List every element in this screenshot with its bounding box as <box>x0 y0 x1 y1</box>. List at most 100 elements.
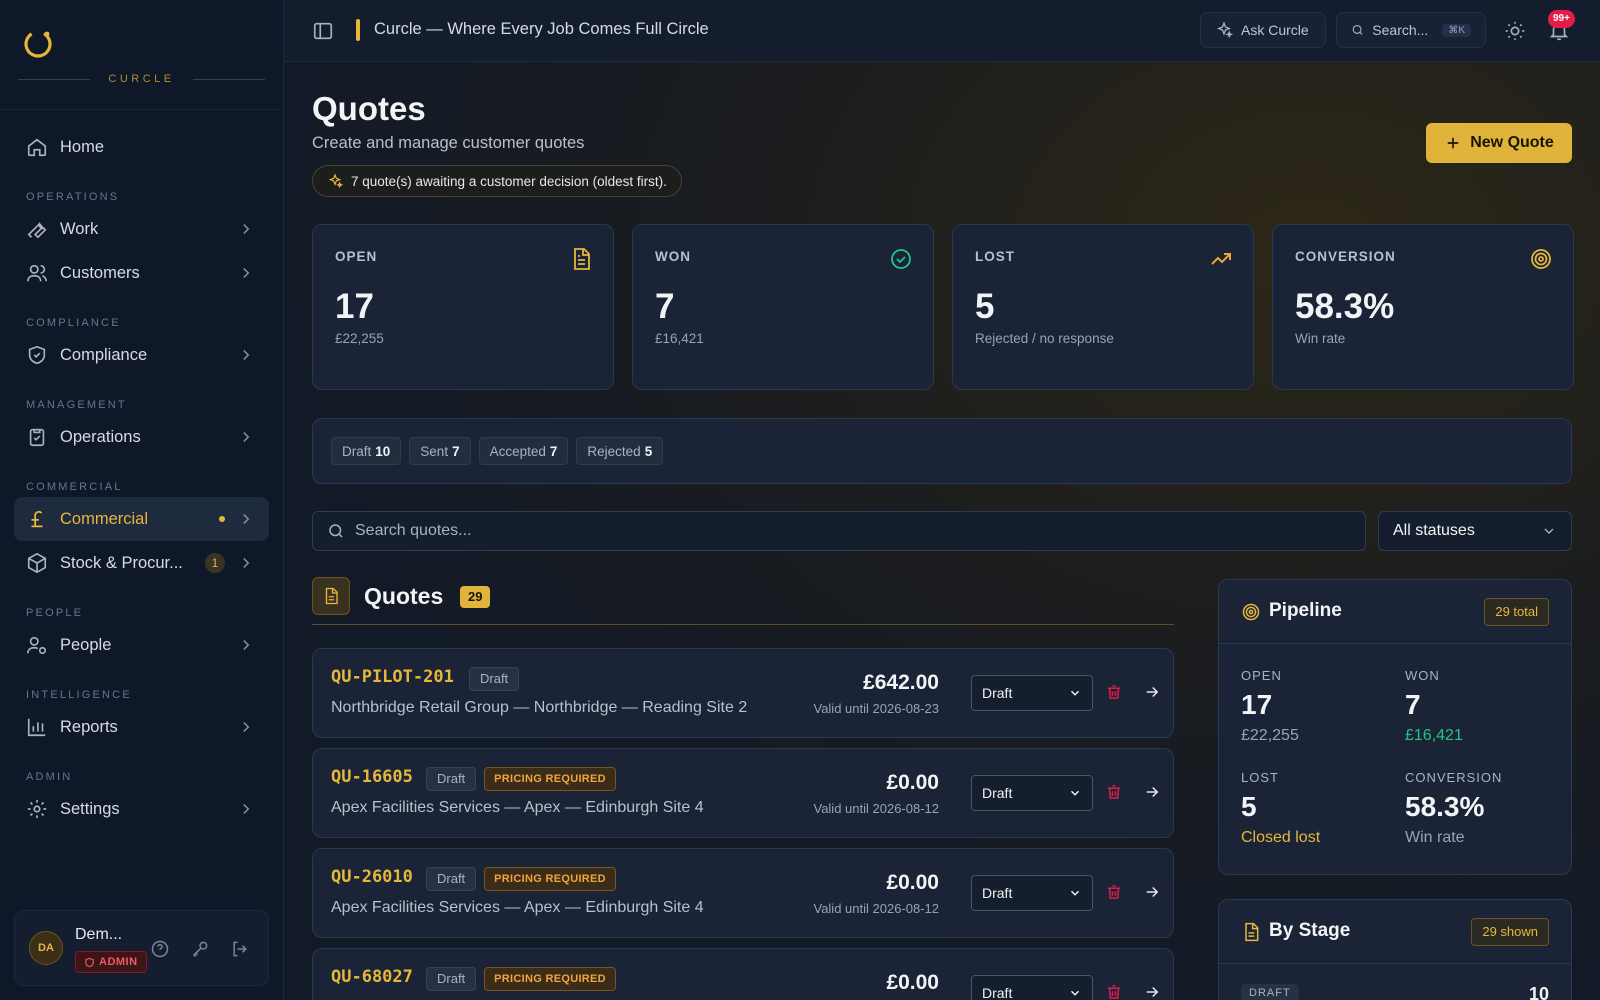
arrow-right-icon[interactable] <box>1143 683 1161 701</box>
target-icon <box>1242 603 1260 621</box>
nav-section-compliance: COMPLIANCE <box>26 317 121 329</box>
sidebar-item-reports[interactable]: Reports <box>14 705 269 749</box>
chip-label: Sent <box>420 443 449 459</box>
chip-label: Draft <box>342 443 372 459</box>
pipeline-sub: Win rate <box>1405 829 1465 846</box>
stat-card-won: WON 7 £16,421 <box>632 224 934 390</box>
quote-customer: Apex Facilities Services — Apex — Edinbu… <box>331 899 704 916</box>
active-indicator-dot <box>219 516 225 522</box>
stat-label: LOST <box>975 249 1015 264</box>
pipeline-label: CONVERSION <box>1405 770 1503 785</box>
curcle-logo-icon[interactable] <box>20 25 56 61</box>
sidebar-item-work[interactable]: Work <box>14 207 269 251</box>
sidebar-item-label: Home <box>60 137 105 156</box>
pipeline-label: WON <box>1405 668 1440 683</box>
quote-amount: £0.00 <box>886 971 939 994</box>
quote-status-badge: Draft <box>426 967 477 991</box>
quote-search <box>312 511 1366 551</box>
sidebar-item-settings[interactable]: Settings <box>14 787 269 831</box>
nav-section-management: MANAGEMENT <box>26 399 127 411</box>
sidebar-item-label: Commercial <box>60 509 149 528</box>
search-icon <box>329 524 343 538</box>
sidebar-item-label: Stock & Procur... <box>60 553 183 572</box>
document-icon <box>574 248 590 270</box>
search-icon <box>1352 25 1363 35</box>
chevron-right-icon <box>243 721 250 733</box>
pending-quotes-notice[interactable]: 7 quote(s) awaiting a customer decision … <box>312 165 682 197</box>
chevron-down-icon <box>1070 890 1080 896</box>
quote-row[interactable]: QU-16605 Draft PRICING REQUIRED Apex Fac… <box>312 748 1174 838</box>
search-input[interactable] <box>355 522 1290 540</box>
title-accent-bar <box>356 19 360 41</box>
avatar[interactable]: DA <box>29 931 63 965</box>
topbar: Curcle — Where Every Job Comes Full Circ… <box>284 0 1600 62</box>
package-icon <box>27 552 47 574</box>
status-filter-select[interactable]: All statuses <box>1378 511 1572 551</box>
status-chip-accepted[interactable]: Accepted 7 <box>478 437 569 465</box>
chip-count: 5 <box>644 443 653 459</box>
quote-status-select[interactable]: Draft <box>971 775 1093 811</box>
quote-status-badge: Draft <box>426 867 477 891</box>
quote-status-select[interactable]: Draft <box>971 875 1093 911</box>
quote-row[interactable]: QU-68027 Draft PRICING REQUIRED £0.00 Dr… <box>312 948 1174 1000</box>
user-card: DA Dem... ADMIN <box>14 910 269 986</box>
key-icon[interactable] <box>190 939 210 959</box>
sidebar-item-commercial[interactable]: Commercial <box>14 497 269 541</box>
sidebar-item-operations[interactable]: Operations <box>14 415 269 459</box>
arrow-right-icon[interactable] <box>1143 883 1161 901</box>
sidebar-item-customers[interactable]: Customers <box>14 251 269 295</box>
chevron-right-icon <box>243 803 250 815</box>
sidebar-item-label: Settings <box>60 799 120 818</box>
quote-status-select[interactable]: Draft <box>971 975 1093 1000</box>
status-chip-sent[interactable]: Sent 7 <box>409 437 471 465</box>
logout-icon[interactable] <box>230 939 250 959</box>
status-chip-rejected[interactable]: Rejected 5 <box>576 437 664 465</box>
pipeline-panel: Pipeline 29 total OPEN 17 £22,255 WON 7 … <box>1218 579 1572 875</box>
quote-status-select[interactable]: Draft <box>971 675 1093 711</box>
sparkles-icon <box>1216 21 1233 39</box>
sidebar: CURCLE Home OPERATIONS Work Customers CO… <box>0 0 284 1000</box>
quote-status-select-value: Draft <box>982 985 1013 1000</box>
pipeline-value: 7 <box>1405 689 1421 720</box>
new-quote-button[interactable]: New Quote <box>1426 123 1572 163</box>
stat-card-open: OPEN 17 £22,255 <box>312 224 614 390</box>
chip-count: 7 <box>549 443 558 459</box>
quote-row[interactable]: QU-PILOT-201 Draft Northbridge Retail Gr… <box>312 648 1174 738</box>
nav-section-intelligence: INTELLIGENCE <box>26 689 132 701</box>
sidebar-item-people[interactable]: People <box>14 623 269 667</box>
pipeline-total-badge: 29 total <box>1484 598 1549 626</box>
stat-value: 5 <box>975 287 995 326</box>
document-icon <box>325 587 338 605</box>
sidebar-toggle-icon[interactable] <box>312 20 334 42</box>
arrow-right-icon[interactable] <box>1143 983 1161 1000</box>
trash-icon[interactable] <box>1105 783 1123 801</box>
quote-code[interactable]: QU-26010 <box>331 867 413 887</box>
trash-icon[interactable] <box>1105 683 1123 701</box>
quote-status-badge: Draft <box>426 767 477 791</box>
chip-label: Accepted <box>489 443 546 459</box>
sidebar-item-compliance[interactable]: Compliance <box>14 333 269 377</box>
stat-label: OPEN <box>335 249 378 264</box>
page-title: Quotes <box>312 90 426 127</box>
quotes-count-badge: 29 <box>460 586 491 608</box>
global-search-button[interactable]: Search... ⌘K <box>1336 12 1486 48</box>
ask-curcle-button[interactable]: Ask Curcle <box>1200 12 1326 48</box>
nav-section-operations: OPERATIONS <box>26 191 120 203</box>
quote-code[interactable]: QU-PILOT-201 <box>331 667 454 687</box>
trash-icon[interactable] <box>1105 883 1123 901</box>
gear-icon <box>27 799 47 819</box>
trash-icon[interactable] <box>1105 983 1123 1000</box>
chevron-down-icon <box>1070 690 1080 696</box>
quote-code[interactable]: QU-16605 <box>331 767 413 787</box>
pound-icon <box>31 510 43 528</box>
arrow-right-icon[interactable] <box>1143 783 1161 801</box>
quote-row[interactable]: QU-26010 Draft PRICING REQUIRED Apex Fac… <box>312 848 1174 938</box>
quote-amount: £642.00 <box>863 671 939 694</box>
status-chip-draft[interactable]: Draft 10 <box>331 437 402 465</box>
quote-customer: Northbridge Retail Group — Northbridge —… <box>331 699 748 716</box>
quote-code[interactable]: QU-68027 <box>331 967 413 987</box>
sidebar-item-stock[interactable]: Stock & Procur... 1 <box>14 541 269 585</box>
sidebar-item-home[interactable]: Home <box>14 125 269 169</box>
help-icon[interactable] <box>150 939 170 959</box>
sun-icon[interactable] <box>1504 20 1526 42</box>
